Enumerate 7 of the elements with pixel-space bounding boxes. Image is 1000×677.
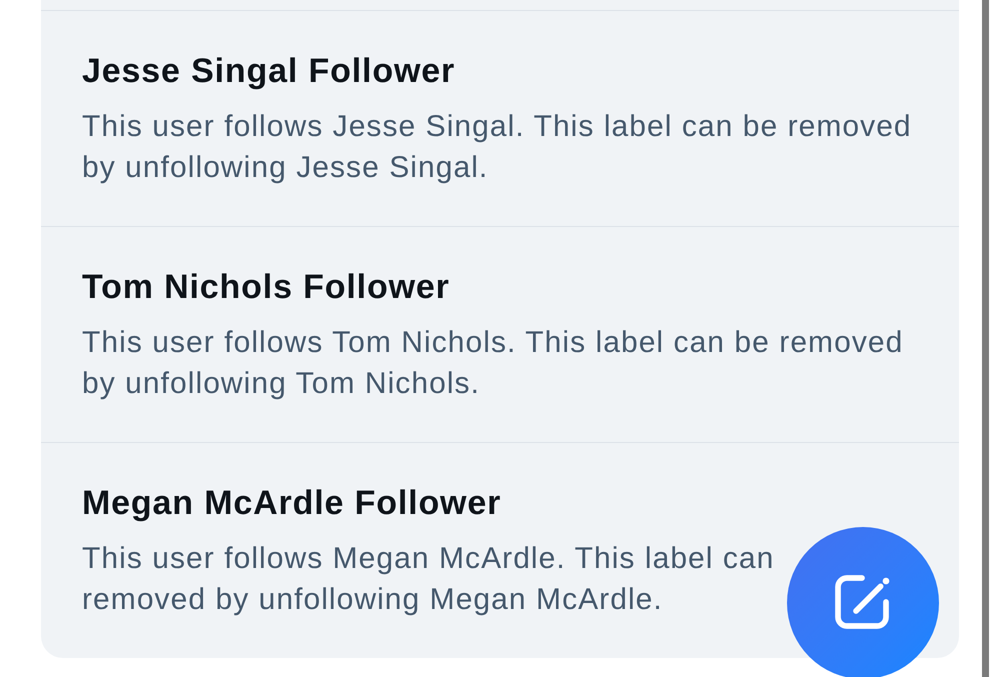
square-pen-icon: [834, 574, 892, 632]
label-description: This user follows Jesse Singal. This label can be removed by unfollowing Jesse Singal.: [82, 109, 912, 186]
label-description: This user follows Tom Nichols. This label can be removed by unfollowing Tom Nichols.: [82, 325, 904, 402]
label-title: Megan McArdle Follower: [82, 484, 502, 522]
label-description: This user follows Megan McArdle. This label can removed by unfollowing Megan McArdle.: [82, 541, 774, 618]
label-title: Tom Nichols Follower: [82, 268, 450, 306]
label-title: Jesse Singal Follower: [82, 52, 456, 90]
